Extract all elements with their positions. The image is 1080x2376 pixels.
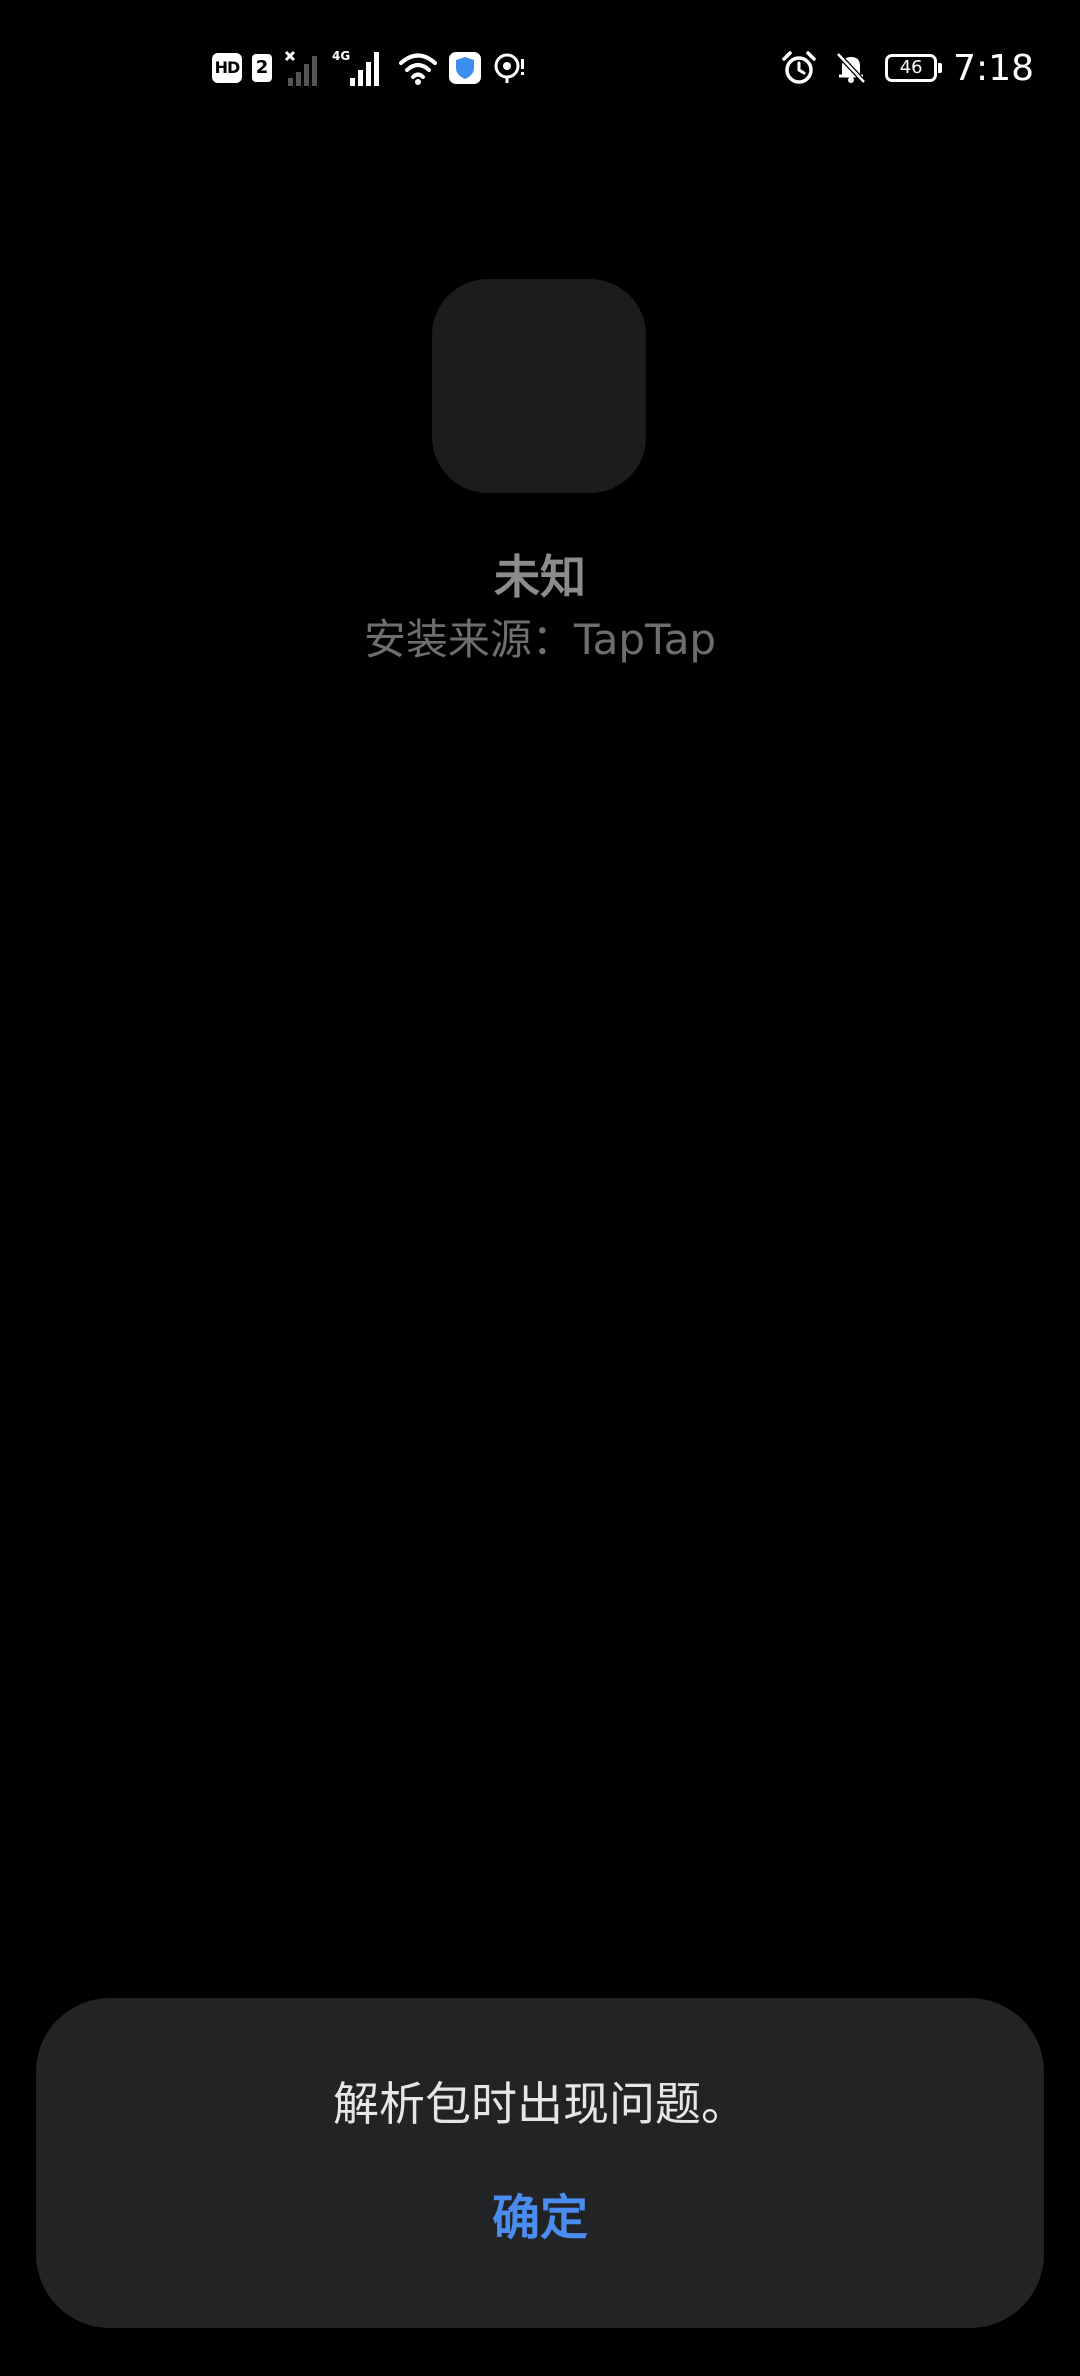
dialog-message: 解析包时出现问题。 bbox=[333, 2077, 747, 2131]
confirm-button[interactable]: 确定 bbox=[390, 2178, 690, 2258]
alarm-icon bbox=[781, 50, 817, 86]
install-source: 安装来源：TapTap bbox=[363, 615, 717, 664]
wifi-icon bbox=[398, 50, 438, 86]
hd-voice-icon: HD bbox=[212, 53, 242, 83]
shield-icon bbox=[448, 51, 482, 85]
status-bar-right: 46 7:18 bbox=[781, 44, 1034, 92]
status-time: 7:18 bbox=[953, 47, 1034, 89]
sim-2-icon: 2 bbox=[252, 54, 272, 82]
error-dialog: 解析包时出现问题。 确定 bbox=[36, 1998, 1044, 2328]
location-icon bbox=[492, 51, 526, 85]
signal-4g-icon: 4G bbox=[332, 48, 388, 88]
status-bar: HD 2 4G 46 7:18 bbox=[0, 0, 1080, 130]
no-signal-icon bbox=[282, 48, 322, 88]
app-icon-placeholder bbox=[432, 279, 646, 493]
mute-icon bbox=[833, 50, 869, 86]
battery-icon: 46 bbox=[885, 54, 943, 82]
battery-tip bbox=[938, 63, 943, 73]
battery-level: 46 bbox=[899, 57, 923, 78]
network-type-label: 4G bbox=[332, 49, 350, 63]
status-bar-left: HD 2 4G bbox=[212, 48, 526, 88]
app-name: 未知 bbox=[494, 550, 586, 604]
